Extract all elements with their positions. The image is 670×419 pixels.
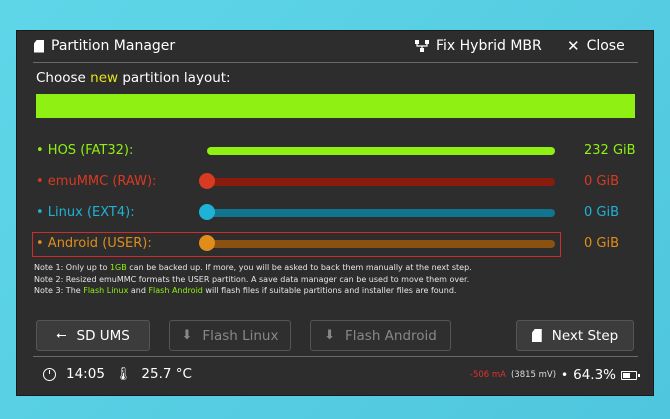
- partition-label: • Linux (EXT4):: [36, 205, 135, 220]
- window-title: Partition Manager: [34, 38, 175, 54]
- partition-size: 0 GiB: [584, 174, 620, 189]
- flash-android-label: Flash Android: [345, 327, 437, 344]
- prompt-text-1: Choose: [36, 70, 91, 86]
- choose-layout-prompt: Choose new partition layout:: [36, 70, 231, 86]
- sd-card-icon: [34, 39, 44, 53]
- partition-slider-track[interactable]: [207, 178, 555, 186]
- partition-slider-track[interactable]: [207, 209, 555, 217]
- next-step-label: Next Step: [551, 327, 619, 344]
- partition-layout-bar: [36, 94, 635, 118]
- usb-icon: ⭠: [56, 328, 67, 343]
- flash-linux-button[interactable]: ⬇ Flash Linux: [169, 320, 291, 351]
- note-3-flash-linux: Flash Linux: [83, 286, 129, 295]
- current-readout: -506 mA: [469, 370, 506, 380]
- clock-icon: [43, 367, 56, 381]
- status-left: 14:05 🌡︎ 25.7 °C: [43, 366, 192, 382]
- close-button[interactable]: ✕ Close: [567, 38, 625, 54]
- time-readout: 14:05: [66, 366, 105, 382]
- partition-slider-knob[interactable]: [199, 173, 215, 189]
- sd-card-icon: [531, 329, 542, 342]
- header-divider: [33, 62, 638, 63]
- partition-tree-icon: [415, 40, 429, 52]
- prompt-text-2: partition layout:: [118, 70, 231, 86]
- note-1: Note 1: Only up to 1GB can be backed up.…: [34, 262, 472, 274]
- note-2: Note 2: Resized emuMMC formats the USER …: [34, 274, 470, 284]
- note-1-highlight: 1GB: [109, 263, 127, 272]
- partition-row-hos[interactable]: • HOS (FAT32): 232 GiB: [17, 139, 653, 163]
- partition-size: 0 GiB: [584, 205, 620, 220]
- sd-ums-label: SD UMS: [76, 327, 130, 344]
- note-3-flash-android: Flash Android: [148, 286, 203, 295]
- top-bar: Partition Manager Fix Hybrid MBR ✕ Close: [17, 31, 653, 62]
- partition-slider-track[interactable]: [207, 147, 555, 155]
- note-3-and: and: [128, 286, 149, 295]
- partition-label: • emuMMC (RAW):: [36, 174, 157, 189]
- selected-row-highlight: [32, 232, 561, 257]
- fix-hybrid-mbr-label: Fix Hybrid MBR: [436, 38, 542, 54]
- notes: Note 1: Only up to 1GB can be backed up.…: [34, 262, 472, 297]
- note-1-text-2: can be backed up. If more, you will be a…: [126, 263, 472, 272]
- partition-row-emummc[interactable]: • emuMMC (RAW): 0 GiB: [17, 170, 653, 194]
- bullet: •: [561, 368, 569, 382]
- next-step-button[interactable]: Next Step: [516, 320, 634, 351]
- flash-android-button[interactable]: ⬇ Flash Android: [310, 320, 451, 351]
- download-icon: ⬇: [181, 328, 193, 343]
- temperature-readout: 25.7 °C: [141, 366, 192, 382]
- note-3-text-2: will flash files if suitable partitions …: [202, 286, 457, 295]
- sd-ums-button[interactable]: ⭠ SD UMS: [36, 320, 150, 351]
- partition-row-linux[interactable]: • Linux (EXT4): 0 GiB: [17, 201, 653, 225]
- download-icon: ⬇: [324, 328, 336, 343]
- note-3: Note 3: The Flash Linux and Flash Androi…: [34, 285, 472, 297]
- battery-percent: 64.3%: [573, 367, 616, 383]
- title-text: Partition Manager: [51, 38, 176, 54]
- battery-fill: [623, 372, 631, 378]
- battery-icon: [621, 370, 640, 380]
- fix-hybrid-mbr-button[interactable]: Fix Hybrid MBR: [415, 38, 542, 54]
- thermometer-icon: 🌡︎: [114, 366, 132, 382]
- note-3-text: Note 3: The: [34, 286, 84, 295]
- status-bar: 14:05 🌡︎ 25.7 °C -506 mA (3815 mV) • 64.…: [17, 363, 653, 393]
- voltage-readout: (3815 mV): [510, 370, 557, 380]
- partition-size: 232 GiB: [584, 143, 636, 158]
- partition-size: 0 GiB: [584, 236, 620, 251]
- close-label: Close: [586, 38, 625, 54]
- footer-divider: [33, 356, 638, 357]
- partition-manager-window: Partition Manager Fix Hybrid MBR ✕ Close…: [16, 30, 654, 396]
- note-1-text: Note 1: Only up to: [34, 263, 110, 272]
- close-icon: ✕: [567, 37, 580, 55]
- flash-linux-label: Flash Linux: [202, 327, 279, 344]
- status-right: -506 mA (3815 mV) • 64.3%: [469, 367, 640, 383]
- partition-slider-knob[interactable]: [199, 204, 215, 220]
- prompt-highlight: new: [90, 70, 119, 86]
- partition-label: • HOS (FAT32):: [36, 143, 134, 158]
